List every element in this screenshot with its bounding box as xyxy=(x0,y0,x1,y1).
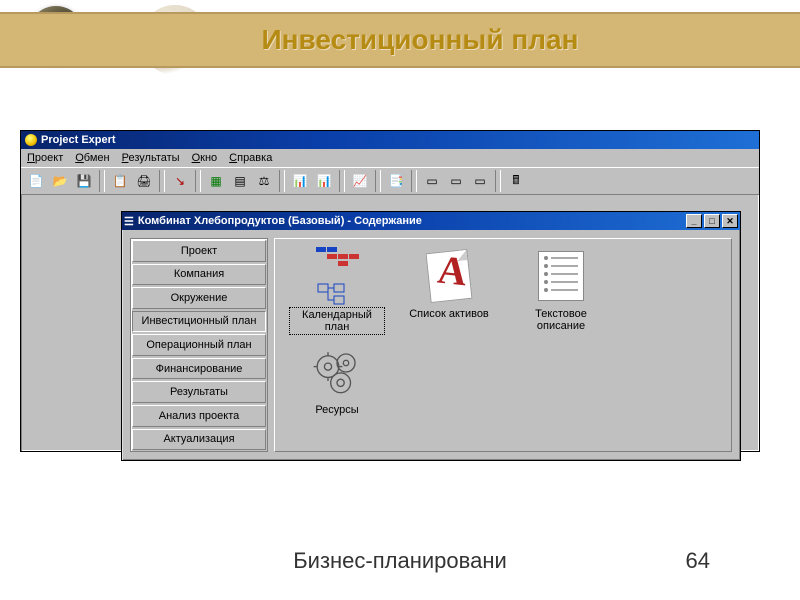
child-titlebar[interactable]: ☰ Комбинат Хлебопродуктов (Базовый) - Со… xyxy=(122,212,740,230)
nav-tab-5[interactable]: Финансирование xyxy=(132,358,266,380)
tb-sep xyxy=(375,170,381,192)
tb-calc[interactable]: 🖩 xyxy=(505,170,527,192)
item-label: Список активов xyxy=(405,307,493,321)
tb-win1[interactable]: ▭ xyxy=(421,170,443,192)
tb-win2[interactable]: ▭ xyxy=(445,170,467,192)
minimize-button[interactable]: _ xyxy=(686,214,702,228)
tb-copy[interactable]: 📋 xyxy=(109,170,131,192)
tb-sep xyxy=(195,170,201,192)
tb-grid[interactable]: ▤ xyxy=(229,170,251,192)
item-text-desc[interactable]: Текстовое описание xyxy=(513,249,609,333)
nav-tab-3[interactable]: Инвестиционный план xyxy=(132,311,266,333)
nav-tab-2[interactable]: Окружение xyxy=(132,287,266,309)
tb-chart2[interactable]: 📊 xyxy=(313,170,335,192)
maximize-button[interactable]: □ xyxy=(704,214,720,228)
menu-results[interactable]: Результаты xyxy=(122,152,180,164)
tb-sep xyxy=(411,170,417,192)
app-titlebar[interactable]: Project Expert xyxy=(21,131,759,149)
slide-header: Инвестиционный план xyxy=(0,12,800,68)
item-assets-list[interactable]: А Список активов xyxy=(401,249,497,321)
tb-new[interactable]: 📄 xyxy=(25,170,47,192)
gears-icon xyxy=(310,345,364,399)
tb-scale[interactable]: ⚖ xyxy=(253,170,275,192)
tb-open[interactable]: 📂 xyxy=(49,170,71,192)
child-title: Комбинат Хлебопродуктов (Базовый) - Соде… xyxy=(138,215,686,227)
nav-tab-7[interactable]: Анализ проекта xyxy=(132,405,266,427)
nav-tab-6[interactable]: Результаты xyxy=(132,381,266,403)
tb-sep xyxy=(495,170,501,192)
nav-tab-1[interactable]: Компания xyxy=(132,264,266,286)
menubar[interactable]: Проект Обмен Результаты Окно Справка xyxy=(21,149,759,167)
menu-window[interactable]: Окно xyxy=(192,152,218,164)
child-window: ☰ Комбинат Хлебопродуктов (Базовый) - Со… xyxy=(121,211,741,461)
item-label: Текстовое описание xyxy=(513,307,609,333)
nav-tabs: ПроектКомпанияОкружениеИнвестиционный пл… xyxy=(130,238,268,452)
tb-chart1[interactable]: 📊 xyxy=(289,170,311,192)
tb-sep xyxy=(279,170,285,192)
slide-title: Инвестиционный план xyxy=(261,24,578,56)
nav-tab-8[interactable]: Актуализация xyxy=(132,429,266,451)
footer-text: Бизнес-планировани xyxy=(293,548,507,574)
app-title: Project Expert xyxy=(41,134,116,146)
nav-tab-0[interactable]: Проект xyxy=(132,240,266,262)
item-label: Календарный план xyxy=(289,307,385,335)
close-button[interactable]: ✕ xyxy=(722,214,738,228)
app-window: Project Expert Проект Обмен Результаты О… xyxy=(20,130,760,452)
tb-sep xyxy=(339,170,345,192)
slide-footer: Бизнес-планировани 64 xyxy=(0,548,800,574)
item-calendar-plan[interactable]: Календарный план xyxy=(289,249,385,335)
tb-print[interactable]: 🖨 xyxy=(133,170,155,192)
item-resources[interactable]: Ресурсы xyxy=(289,345,385,417)
nav-tab-4[interactable]: Операционный план xyxy=(132,334,266,356)
tb-sep xyxy=(159,170,165,192)
assets-icon: А xyxy=(422,249,476,303)
tb-sep xyxy=(99,170,105,192)
tb-save[interactable]: 💾 xyxy=(73,170,95,192)
tb-table[interactable]: ▦ xyxy=(205,170,227,192)
tb-graph[interactable]: 📈 xyxy=(349,170,371,192)
calendar-plan-icon xyxy=(310,249,364,303)
toolbar: 📄 📂 💾 📋 🖨 ↘ ▦ ▤ ⚖ 📊 📊 📈 📑 ▭ ▭ ▭ 🖩 xyxy=(21,167,759,195)
item-label: Ресурсы xyxy=(311,403,362,417)
tree-icon: ☰ xyxy=(124,215,134,228)
tb-win3[interactable]: ▭ xyxy=(469,170,491,192)
tb-exit[interactable]: ↘ xyxy=(169,170,191,192)
page-number: 64 xyxy=(686,548,710,574)
tb-report[interactable]: 📑 xyxy=(385,170,407,192)
content-pane: Календарный план xyxy=(274,238,732,452)
menu-exchange[interactable]: Обмен xyxy=(75,152,109,164)
child-body: ПроектКомпанияОкружениеИнвестиционный пл… xyxy=(122,230,740,460)
text-desc-icon xyxy=(534,249,588,303)
menu-help[interactable]: Справка xyxy=(229,152,272,164)
bulb-icon xyxy=(25,134,37,146)
menu-project[interactable]: Проект xyxy=(27,152,63,164)
